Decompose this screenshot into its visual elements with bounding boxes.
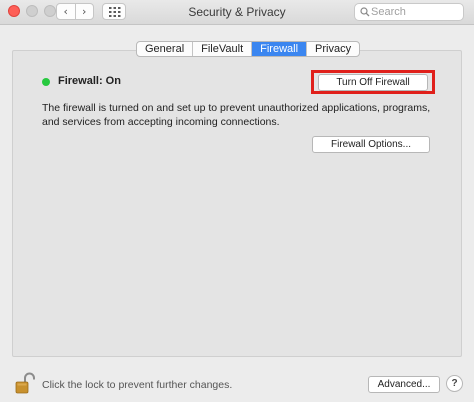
security-privacy-window: ‹ › Security & Privacy General FileVaul: [0, 0, 474, 402]
firewall-description: The firewall is turned on and set up to …: [42, 102, 431, 128]
tab-filevault[interactable]: FileVault: [192, 42, 251, 56]
tab-bar: General FileVault Firewall Privacy: [136, 41, 361, 57]
advanced-button[interactable]: Advanced...: [368, 376, 440, 393]
search-icon: [360, 7, 370, 17]
turn-off-firewall-button[interactable]: Turn Off Firewall: [318, 74, 428, 91]
firewall-options-button[interactable]: Firewall Options...: [312, 136, 430, 153]
tab-general[interactable]: General: [137, 42, 192, 56]
status-dot-icon: [42, 78, 50, 86]
content-panel: [12, 50, 462, 357]
search-field[interactable]: [354, 3, 464, 21]
unlocked-padlock-icon[interactable]: [15, 372, 35, 397]
help-icon[interactable]: ?: [446, 375, 463, 392]
title-bar: ‹ › Security & Privacy: [0, 0, 474, 25]
tab-privacy[interactable]: Privacy: [306, 42, 359, 56]
search-input[interactable]: [371, 4, 459, 20]
firewall-status-label: Firewall: On: [58, 75, 121, 87]
lock-instruction-text: Click the lock to prevent further change…: [42, 379, 233, 391]
tab-firewall[interactable]: Firewall: [251, 42, 307, 56]
